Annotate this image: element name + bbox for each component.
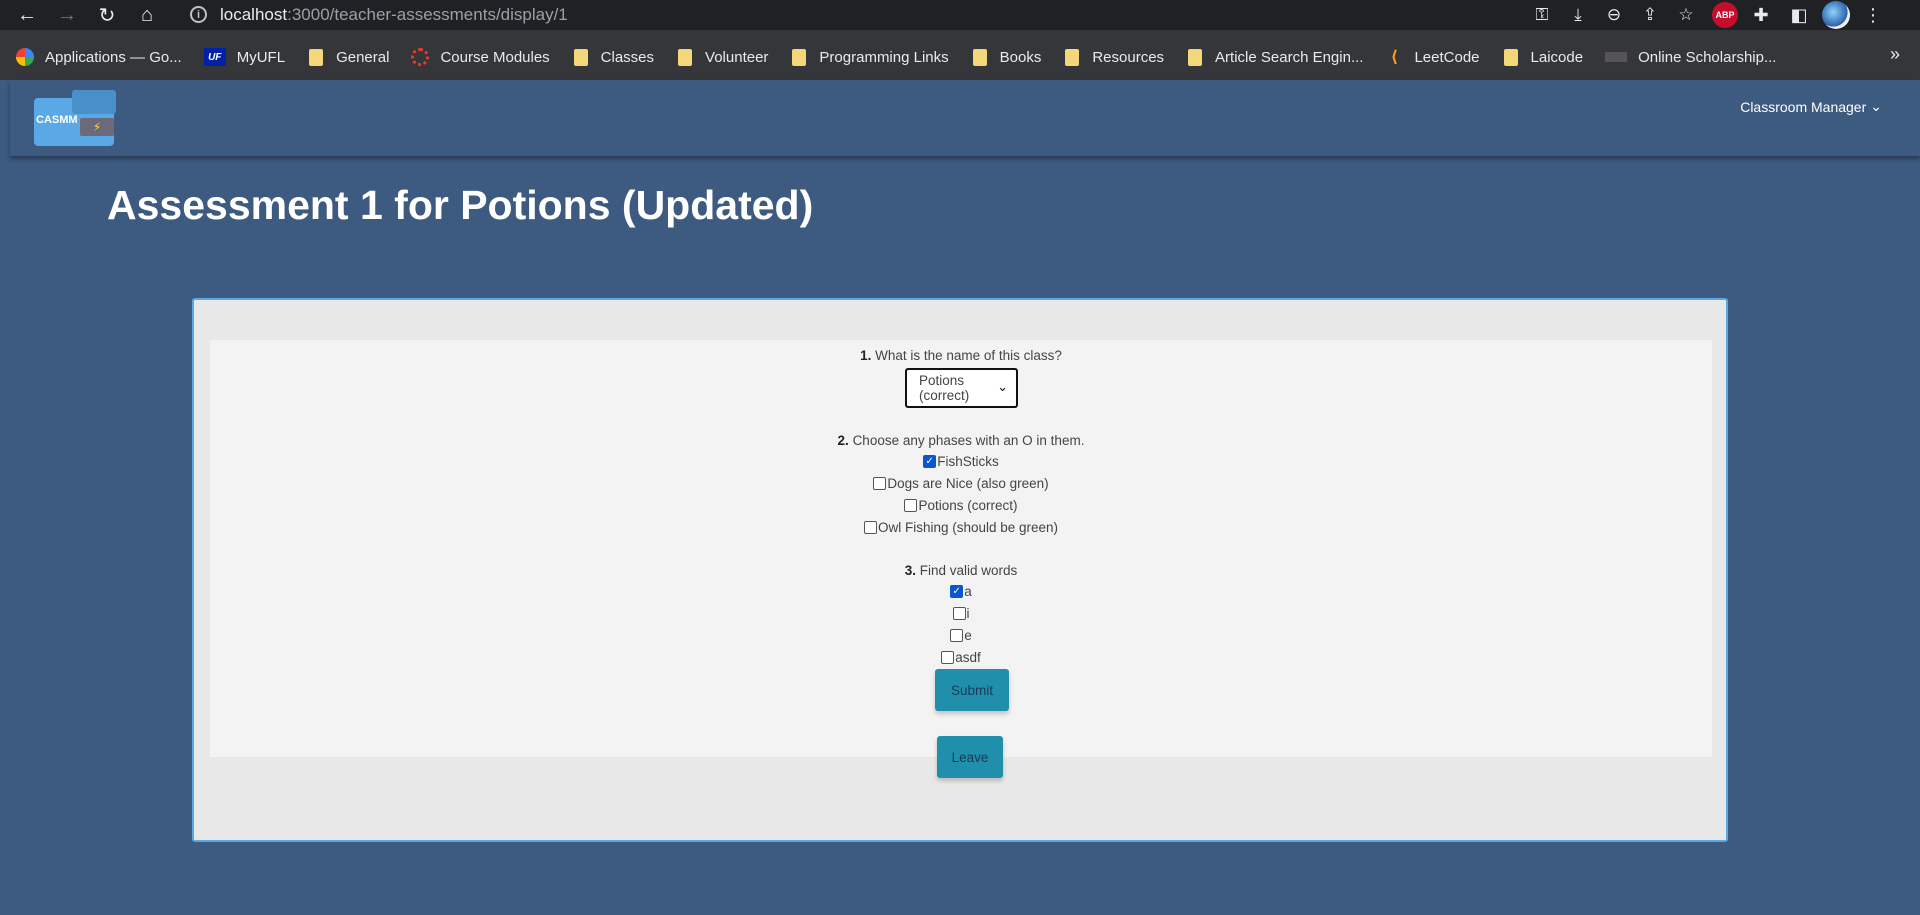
leetcode-icon: ⟨: [1390, 49, 1399, 66]
question-1: 1. What is the name of this class?: [860, 348, 1062, 363]
leave-button[interactable]: Leave: [937, 736, 1003, 778]
canvas-icon: [411, 48, 430, 66]
logo-block-icon: [72, 90, 116, 114]
google-icon: [16, 48, 34, 66]
submit-button[interactable]: Submit: [935, 669, 1009, 711]
option-owl-fishing[interactable]: Owl Fishing (should be green): [210, 520, 1712, 535]
checkbox[interactable]: [941, 651, 955, 664]
folder-icon: [792, 48, 807, 66]
folder-icon: [309, 48, 324, 66]
uf-icon: UF: [203, 48, 226, 66]
checkbox[interactable]: ✓: [923, 455, 937, 468]
folder-icon: [972, 48, 987, 66]
adblock-icon[interactable]: ABP: [1712, 2, 1738, 28]
folder-icon: [1503, 48, 1518, 66]
bookmark-resources[interactable]: Resources: [1063, 48, 1164, 66]
profile-avatar[interactable]: [1822, 1, 1850, 29]
option-potions[interactable]: Potions (correct): [210, 498, 1712, 513]
option-e[interactable]: e: [210, 628, 1712, 643]
bookmark-leetcode[interactable]: ⟨ LeetCode: [1385, 48, 1480, 67]
menu-icon[interactable]: ⋮: [1858, 0, 1888, 30]
bookmark-general[interactable]: General: [307, 48, 389, 66]
page-title: Assessment 1 for Potions (Updated): [107, 182, 814, 228]
key-icon[interactable]: ⚿: [1524, 0, 1560, 30]
bookmark-article-search[interactable]: Article Search Engin...: [1186, 48, 1363, 66]
bookmark-myufl[interactable]: UF MyUFL: [203, 48, 285, 66]
extensions-icon[interactable]: ✚: [1746, 0, 1776, 30]
forward-icon[interactable]: →: [54, 2, 80, 28]
bookmark-volunteer[interactable]: Volunteer: [676, 48, 768, 66]
bookmark-classes[interactable]: Classes: [572, 48, 654, 66]
option-fishsticks[interactable]: ✓ FishSticks: [210, 454, 1712, 469]
option-a[interactable]: ✓ a: [210, 584, 1712, 599]
bookmark-applications[interactable]: Applications — Go...: [16, 48, 182, 66]
url-host: localhost: [220, 5, 288, 24]
share-icon[interactable]: ⇪: [1632, 0, 1668, 30]
question-3: 3. Find valid words: [904, 563, 1018, 578]
folder-icon: [1188, 48, 1203, 66]
site-info-icon[interactable]: i: [190, 6, 207, 23]
assessment-form: 1. What is the name of this class? Potio…: [210, 340, 1712, 778]
option-i[interactable]: i: [210, 606, 1712, 621]
option-asdf[interactable]: asdf: [210, 650, 1712, 665]
browser-chrome: ← → ↻ ⌂ i localhost:3000/teacher-assessm…: [0, 0, 1920, 80]
url-path: :3000/teacher-assessments/display/1: [287, 5, 568, 24]
chevron-down-icon: ⌄: [997, 379, 1008, 394]
checkbox[interactable]: [904, 499, 918, 512]
zoom-icon[interactable]: ⊖: [1596, 0, 1632, 30]
option-dogs-are-nice[interactable]: Dogs are Nice (also green): [210, 476, 1712, 491]
checkbox[interactable]: [952, 607, 966, 620]
bolt-icon: ⚡: [80, 118, 114, 136]
side-panel-icon[interactable]: ◧: [1784, 0, 1814, 30]
checkbox[interactable]: [873, 477, 887, 490]
class-name-select[interactable]: Potions (correct) ⌄: [905, 368, 1018, 408]
bookmark-laicode[interactable]: Laicode: [1502, 48, 1583, 66]
checkbox[interactable]: [950, 629, 964, 642]
back-icon[interactable]: ←: [14, 2, 40, 28]
install-icon[interactable]: ⤓: [1560, 0, 1596, 30]
address-bar[interactable]: i localhost:3000/teacher-assessments/dis…: [176, 0, 1704, 30]
star-icon[interactable]: ☆: [1668, 0, 1704, 30]
bookmark-course-modules[interactable]: Course Modules: [411, 48, 550, 66]
reload-icon[interactable]: ↻: [94, 2, 120, 28]
casmm-logo[interactable]: CASMM ⚡: [24, 90, 126, 146]
bookmark-programming-links[interactable]: Programming Links: [790, 48, 949, 66]
bookmark-online-scholarship[interactable]: Online Scholarship...: [1605, 49, 1776, 66]
home-icon[interactable]: ⌂: [134, 2, 160, 28]
app-navbar: CASMM ⚡ Classroom Manager ⌄: [10, 80, 1920, 156]
classroom-manager-menu[interactable]: Classroom Manager ⌄: [1740, 98, 1882, 115]
assessment-card: 1. What is the name of this class? Potio…: [192, 298, 1728, 842]
bookmark-books[interactable]: Books: [971, 48, 1041, 66]
more-bookmarks-icon[interactable]: »: [1890, 44, 1900, 65]
checkbox[interactable]: [863, 521, 877, 534]
folder-icon: [678, 48, 693, 66]
folder-icon: [1065, 48, 1080, 66]
scholarship-icon: [1605, 52, 1628, 62]
checkbox[interactable]: ✓: [950, 585, 964, 598]
question-2: 2. Choose any phases with an O in them.: [837, 433, 1085, 448]
bookmarks-bar: Applications — Go... UF MyUFL General Cou…: [0, 44, 1920, 70]
folder-icon: [573, 48, 588, 66]
chevron-down-icon: ⌄: [1870, 98, 1882, 114]
